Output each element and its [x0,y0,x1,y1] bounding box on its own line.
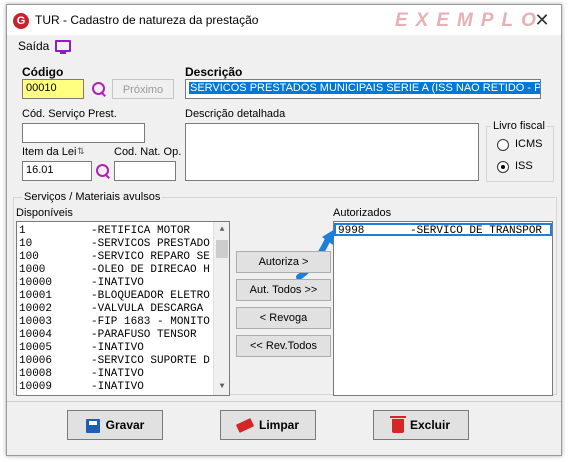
cod-servico-label: Cód. Serviço Prest. [22,108,117,120]
item-lei-input[interactable]: 16.01 [22,161,92,181]
disponiveis-listbox[interactable]: 1 -RETIFICA MOTOR 10 -SERVICOS PRESTADO 100 -… [16,221,230,396]
livro-fiscal-title: Livro fiscal [491,120,547,132]
list-item-code: 10000 [19,277,53,289]
list-item[interactable]: 10008 -INATIVO [17,368,229,381]
scroll-up-icon[interactable]: ▲ [214,222,229,238]
disponiveis-label: Disponíveis [16,207,73,219]
list-item[interactable]: 10001 -BLOQUEADOR ELETRO [17,290,229,303]
menu-bar: Saída [7,37,561,55]
descricao-label: Descrição [185,65,243,79]
list-item-desc: -FIP 1683 - MONITO [91,316,210,328]
list-item-desc: -SERVICO SUPORTE D [91,355,210,367]
list-item-desc: -INATIVO [91,277,144,289]
list-item-desc: -VALVULA DESCARGA [91,303,204,315]
list-item[interactable]: 10009 -INATIVO [17,381,229,394]
list-item[interactable]: 10004 -PARAFUSO TENSOR [17,329,229,342]
excluir-button[interactable]: Excluir [373,410,469,440]
limpar-button[interactable]: Limpar [220,410,316,440]
radio-iss-label: ISS [515,160,533,172]
list-item-desc: -SERVICOS PRESTADO [91,238,210,250]
list-item-code: 10 [19,238,33,250]
monitor-icon[interactable] [55,40,71,54]
list-item-code: 100 [19,251,39,263]
list-item-code: 10009 [19,381,53,393]
codigo-input[interactable]: 00010 [22,79,84,99]
list-item[interactable]: 10005 -INATIVO [17,342,229,355]
list-item-desc: -INATIVO [91,368,144,380]
list-item-code: 10003 [19,316,53,328]
autoriza-button[interactable]: Autoriza > [236,251,331,273]
cod-nat-op-label: Cod. Nat. Op. [114,146,182,158]
list-item[interactable]: 10003 -FIP 1683 - MONITO [17,316,229,329]
close-icon[interactable]: ✕ [527,7,557,33]
menu-saida[interactable]: Saída [18,39,49,53]
footer-separator [7,401,561,402]
list-item-desc: -INATIVO [91,342,144,354]
eraser-icon [235,418,255,434]
list-item[interactable]: 10006 -SERVICO SUPORTE D [17,355,229,368]
list-item-desc: -BLOQUEADOR ELETRO [91,290,210,302]
list-item[interactable]: 1000 -OLEO DE DIRECAO H [17,264,229,277]
rev-todos-button[interactable]: << Rev.Todos [236,335,331,357]
title-bar: G TUR - Cadastro de natureza da prestaçã… [7,5,561,35]
list-item-desc: -INATIVO [91,381,144,393]
radio-iss[interactable] [497,161,509,173]
livro-fiscal-group: Livro fiscal ICMS ISS [486,120,554,182]
descricao-detalhada-textarea[interactable] [185,123,479,181]
cod-nat-op-input[interactable] [114,161,176,181]
main-window: G TUR - Cadastro de natureza da prestaçã… [6,4,562,456]
item-lei-search-icon[interactable] [95,163,111,179]
revoga-button[interactable]: < Revoga [236,307,331,329]
list-item-desc: -OLEO DE DIRECAO H [91,264,210,276]
list-item[interactable]: 10000 -INATIVO [17,277,229,290]
autorizados-label: Autorizados [333,207,392,219]
list-item-code: 10004 [19,329,53,341]
radio-icms-label: ICMS [515,138,543,150]
proximo-button[interactable]: Próximo [112,79,174,99]
cod-servico-input[interactable] [22,123,145,143]
list-item-desc: -SERVICO REPARO SE [91,251,210,263]
descricao-detalhada-label: Descrição detalhada [185,108,286,120]
list-item-desc: -SERVICO DE TRANSPOR [410,225,543,237]
disponiveis-scrollbar[interactable]: ▲ ▼ [213,222,229,395]
list-item-code: 10005 [19,342,53,354]
item-lei-label: Item da Lei [22,146,77,158]
list-item[interactable]: 1 -RETIFICA MOTOR [17,225,229,238]
gravar-label: Gravar [105,418,145,432]
list-item-code: 10008 [19,368,53,380]
list-item-code: 1 [19,225,26,237]
limpar-label: Limpar [258,418,299,432]
list-item-desc: -RETIFICA MOTOR [91,225,191,237]
descricao-value: SERVICOS PRESTADOS MUNICIPAIS SERIE A (I… [189,82,540,94]
servicos-group-title: Serviços / Materiais avulsos [22,191,163,203]
autorizados-listbox[interactable]: 9998 -SERVICO DE TRANSPOR [333,221,553,396]
list-item-code: 10001 [19,290,53,302]
aut-todos-button[interactable]: Aut. Todos >> [236,279,331,301]
gravar-button[interactable]: Gravar [67,410,163,440]
list-item-code: 9998 [338,225,365,237]
list-item[interactable]: 10 -SERVICOS PRESTADO [17,238,229,251]
sort-icon: ⇅ [77,146,85,156]
list-item[interactable]: 10002 -VALVULA DESCARGA [17,303,229,316]
radio-icms[interactable] [497,139,509,151]
codigo-label: Código [22,65,64,79]
save-icon [85,418,100,433]
app-logo-icon: G [13,13,29,29]
list-item-code: 10006 [19,355,53,367]
codigo-search-icon[interactable] [91,81,107,97]
list-item-code: 10002 [19,303,53,315]
list-item-desc: -PARAFUSO TENSOR [91,329,197,341]
watermark: EXEMPLO [395,10,544,31]
excluir-label: Excluir [409,418,451,432]
descricao-input[interactable]: SERVICOS PRESTADOS MUNICIPAIS SERIE A (I… [185,79,541,99]
scroll-thumb[interactable] [216,240,228,258]
list-item[interactable]: 100 -SERVICO REPARO SE [17,251,229,264]
trash-icon [389,415,406,433]
scroll-down-icon[interactable]: ▼ [214,379,229,395]
list-item-code: 1000 [19,264,46,276]
list-item[interactable]: 9998 -SERVICO DE TRANSPOR [334,223,552,237]
window-title: TUR - Cadastro de natureza da prestação [35,13,259,27]
